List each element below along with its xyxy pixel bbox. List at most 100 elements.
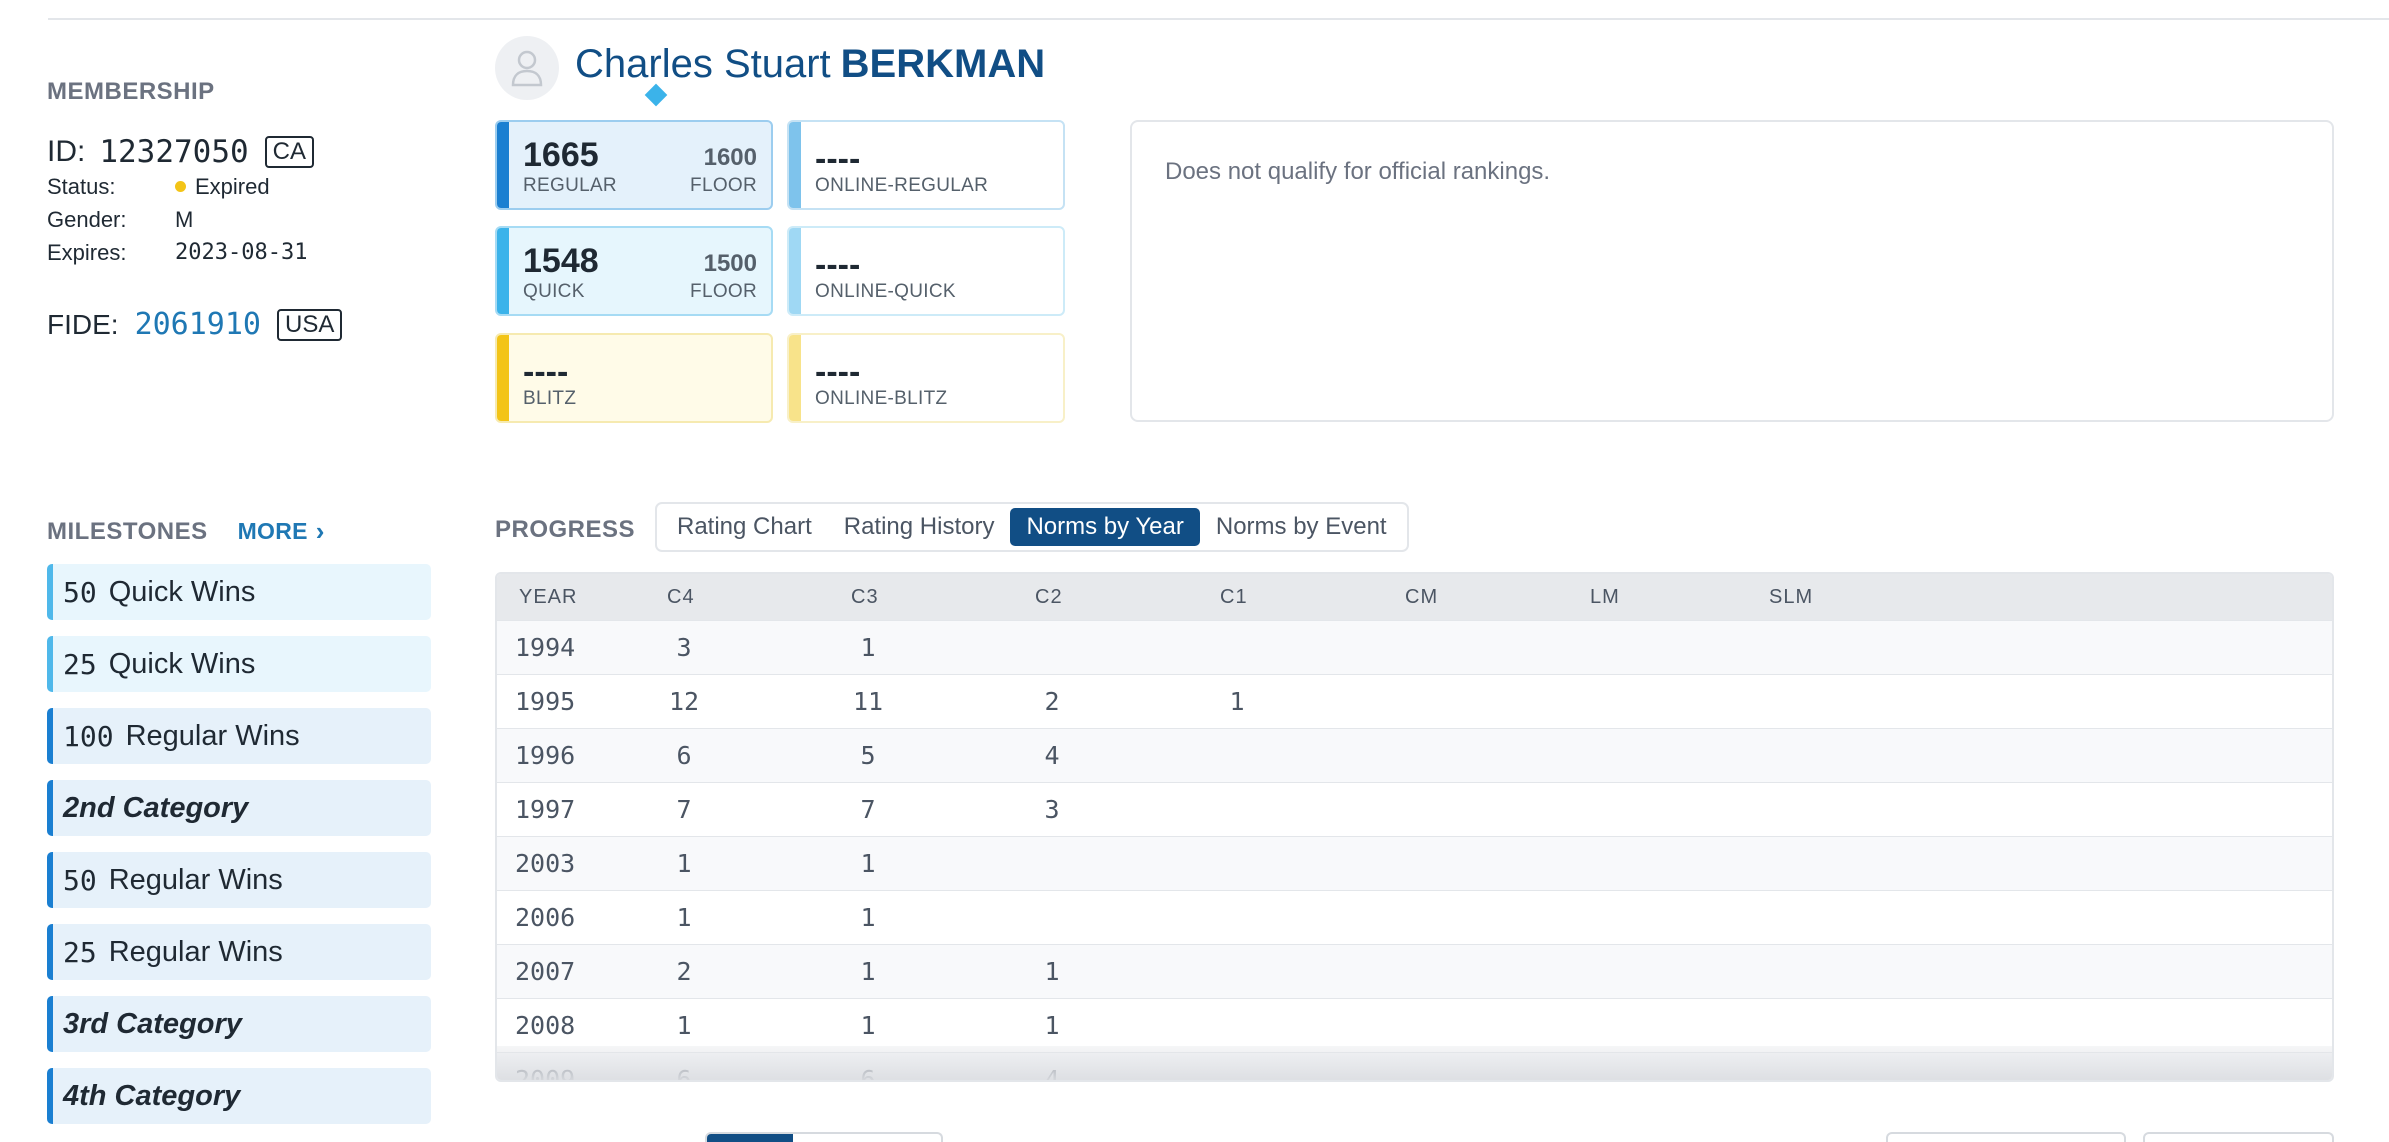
milestone-item[interactable]: 25 Regular Wins [47, 924, 431, 980]
norm-count-cell: 1 [1044, 1011, 1060, 1040]
rating-card-regular-bar [497, 122, 509, 208]
column-header-lm[interactable]: LM [1590, 574, 1620, 620]
norm-count-cell [1584, 837, 1630, 891]
table-row: 1997 7 7 3 [497, 782, 2332, 836]
norm-count-cell [1214, 729, 1260, 783]
milestone-accent-bar [47, 852, 53, 908]
year-cell: 1996 [515, 741, 576, 770]
table-row: 2008 1 1 1 [497, 998, 2332, 1052]
player-name: Charles Stuart BERKMAN [575, 42, 1045, 87]
norm-count-cell [1399, 675, 1445, 729]
bottom-button-partial-right[interactable] [2143, 1132, 2334, 1142]
norm-count-cell [1029, 621, 1075, 675]
column-header-c2[interactable]: C2 [1035, 574, 1063, 620]
norm-count-cell: 7 [860, 795, 876, 824]
norm-count-cell: 1 [1044, 957, 1060, 986]
quick-rating-value: 1548 [523, 242, 599, 280]
milestone-text: Regular Wins [125, 719, 300, 752]
norm-count-cell [1029, 891, 1075, 945]
milestone-text: Quick Wins [108, 575, 256, 608]
tab-norms-by-event[interactable]: Norms by Event [1200, 508, 1403, 546]
regular-rating-value: 1665 [523, 136, 599, 174]
online-regular-rating-label: ONLINE-REGULAR [815, 175, 989, 196]
scroll-fade-overlay [497, 1046, 2332, 1080]
norm-count-cell [1584, 999, 1630, 1053]
user-silhouette-icon [511, 50, 543, 87]
rating-card-online-quick[interactable]: ---- ONLINE-QUICK [787, 226, 1065, 316]
fide-id-link[interactable]: 2061910 [135, 307, 261, 342]
table-row: 1994 3 1 [497, 620, 2332, 674]
milestone-item[interactable]: 2nd Category [47, 780, 431, 836]
milestones-more-link[interactable]: MORE › [238, 516, 325, 547]
norm-count-cell: 1 [860, 633, 876, 662]
pagination-active-segment[interactable] [707, 1134, 793, 1142]
norm-count-cell: 5 [860, 741, 876, 770]
norm-count-cell [1214, 891, 1260, 945]
norm-count-cell [1399, 891, 1445, 945]
milestone-number: 25 [63, 935, 97, 969]
milestone-text: Regular Wins [108, 935, 283, 968]
column-header-c3[interactable]: C3 [851, 574, 879, 620]
milestone-text: Regular Wins [108, 863, 283, 896]
milestone-item[interactable]: 100 Regular Wins [47, 708, 431, 764]
milestone-item[interactable]: 50 Quick Wins [47, 564, 431, 620]
column-header-c4[interactable]: C4 [667, 574, 695, 620]
status-value: Expired [195, 173, 270, 199]
regular-floor-label: FLOOR [690, 175, 757, 196]
table-row: 2006 1 1 [497, 890, 2332, 944]
tab-rating-history[interactable]: Rating History [828, 508, 1011, 546]
column-header-year[interactable]: YEAR [519, 574, 577, 620]
milestone-number: 100 [63, 719, 114, 753]
norm-count-cell: 1 [860, 903, 876, 932]
online-blitz-rating-label: ONLINE-BLITZ [815, 388, 948, 409]
member-id-label: ID: [47, 135, 86, 168]
norm-count-cell [1214, 945, 1260, 999]
norm-count-cell [1214, 621, 1260, 675]
member-state-badge: CA [264, 136, 314, 168]
rating-card-quick[interactable]: 1548 QUICK 1500 FLOOR [495, 226, 773, 316]
norm-count-cell [1584, 729, 1630, 783]
norm-count-cell: 1 [860, 957, 876, 986]
tab-norms-by-year[interactable]: Norms by Year [1010, 508, 1200, 546]
milestone-accent-bar [47, 996, 53, 1052]
milestone-accent-bar [47, 708, 53, 764]
tab-rating-chart[interactable]: Rating Chart [661, 508, 828, 546]
column-header-slm[interactable]: SLM [1769, 574, 1813, 620]
membership-heading: MEMBERSHIP [47, 78, 215, 105]
regular-rating-label: REGULAR [523, 175, 617, 196]
rating-card-online-regular[interactable]: ---- ONLINE-REGULAR [787, 120, 1065, 210]
norm-count-cell [1399, 783, 1445, 837]
rankings-panel: Does not qualify for official rankings. [1130, 120, 2334, 422]
fide-line: FIDE: 2061910 USA [47, 307, 447, 342]
rating-card-blitz[interactable]: ---- BLITZ [495, 333, 773, 423]
milestone-number: 50 [63, 575, 97, 609]
blitz-rating-value: ---- [523, 353, 569, 391]
year-cell: 1994 [515, 633, 576, 662]
bottom-button-partial-left[interactable] [1886, 1132, 2126, 1142]
norms-by-year-table[interactable]: YEAR C4 C3 C2 C1 CM LM SLM 1994 3 1 1995 12 11 2 1 1996… [495, 572, 2334, 1082]
milestone-accent-bar [47, 1068, 53, 1124]
milestone-item[interactable]: 25 Quick Wins [47, 636, 431, 692]
norm-count-cell [1763, 891, 1809, 945]
rating-card-online-blitz[interactable]: ---- ONLINE-BLITZ [787, 333, 1065, 423]
column-header-cm[interactable]: CM [1405, 574, 1438, 620]
chevron-right-icon: › [315, 516, 325, 546]
norm-count-cell [1584, 621, 1630, 675]
milestone-item[interactable]: 50 Regular Wins [47, 852, 431, 908]
milestone-item[interactable]: 4th Category [47, 1068, 431, 1124]
rating-card-regular[interactable]: 1665 REGULAR 1600 FLOOR [495, 120, 773, 210]
year-cell: 2003 [515, 849, 576, 878]
gender-label: Gender: [47, 206, 127, 232]
pagination-control-partial[interactable] [705, 1132, 943, 1142]
norm-count-cell [1763, 621, 1809, 675]
year-cell: 2008 [515, 1011, 576, 1040]
diamond-marker-icon [644, 83, 668, 107]
norm-count-cell [1029, 837, 1075, 891]
norm-count-cell: 6 [676, 741, 692, 770]
milestone-item[interactable]: 3rd Category [47, 996, 431, 1052]
norm-count-cell: 3 [1044, 795, 1060, 824]
expires-value: 2023-08-31 [175, 240, 308, 265]
norm-count-cell: 1 [676, 849, 692, 878]
norm-count-cell [1763, 783, 1809, 837]
column-header-c1[interactable]: C1 [1220, 574, 1248, 620]
